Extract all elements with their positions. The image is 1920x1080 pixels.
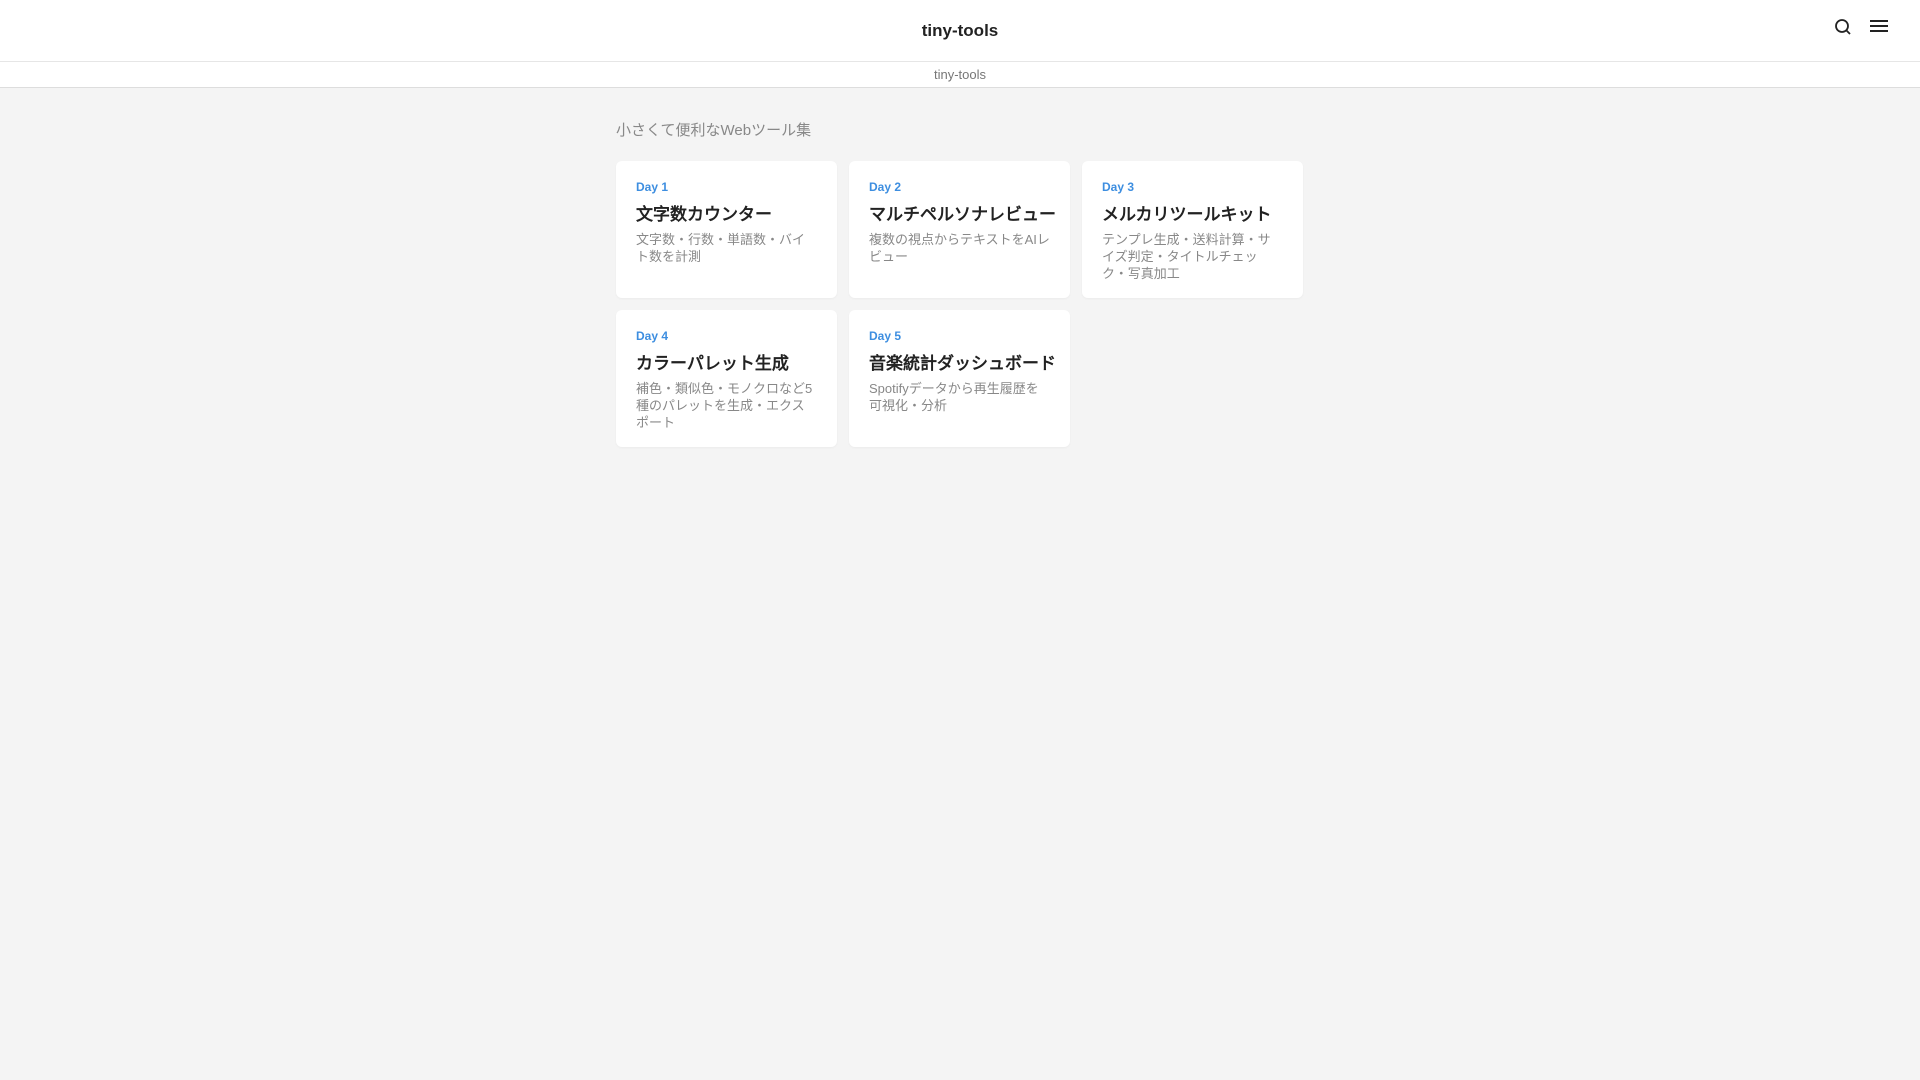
card-desc: 複数の視点からテキストをAIレビュー — [869, 232, 1050, 264]
card-day: Day 2 — [869, 180, 902, 194]
card-title: 文字数カウンター — [636, 205, 772, 224]
breadcrumb[interactable]: tiny-tools — [0, 62, 1920, 88]
tool-card-day4[interactable]: Day 4 カラーパレット生成補色・類似色・モノクロなど5種のパレットを生成・エク… — [616, 310, 837, 447]
card-title: カラーパレット生成 — [636, 354, 789, 373]
app-header: tiny-tools — [0, 0, 1920, 62]
card-day: Day 5 — [869, 329, 902, 343]
app-title[interactable]: tiny-tools — [922, 21, 999, 41]
search-icon[interactable] — [1834, 18, 1852, 41]
card-title: 音楽統計ダッシュボード — [869, 354, 1056, 373]
tool-card-day5[interactable]: Day 5 音楽統計ダッシュボード Spotifyデータから再生履歴を可視化・分析 — [849, 310, 1070, 447]
main-content: 小さくて便利なWebツール集 Day 1 文字数カウンター文字数・行数・単語数・バ… — [616, 88, 1304, 447]
card-title: マルチペルソナレビュー — [869, 205, 1056, 224]
tagline: 小さくて便利なWebツール集 — [616, 122, 812, 139]
menu-icon[interactable] — [1870, 19, 1890, 40]
tool-card-day3[interactable]: Day 3 メルカリツールキットテンプレ生成・送料計算・サイズ判定・タイトルチェッ… — [1082, 161, 1303, 298]
tool-card-day2[interactable]: Day 2 マルチペルソナレビュー複数の視点からテキストをAIレビュー — [849, 161, 1070, 298]
tool-card-day1[interactable]: Day 1 文字数カウンター文字数・行数・単語数・バイト数を計測 — [616, 161, 837, 298]
card-day: Day 4 — [636, 329, 669, 343]
tool-grid: Day 1 文字数カウンター文字数・行数・単語数・バイト数を計測 Day 2 マルチ… — [616, 161, 1304, 447]
card-title: メルカリツールキット — [1102, 205, 1272, 224]
card-day: Day 3 — [1102, 180, 1135, 194]
card-day: Day 1 — [636, 180, 669, 194]
card-desc: テンプレ生成・送料計算・サイズ判定・タイトルチェック・写真加工 — [1102, 232, 1271, 281]
card-desc: 文字数・行数・単語数・バイト数を計測 — [636, 232, 806, 264]
card-desc: 補色・類似色・モノクロなど5種のパレットを生成・エクスポート — [636, 381, 813, 430]
card-desc: Spotifyデータから再生履歴を可視化・分析 — [869, 381, 1039, 413]
